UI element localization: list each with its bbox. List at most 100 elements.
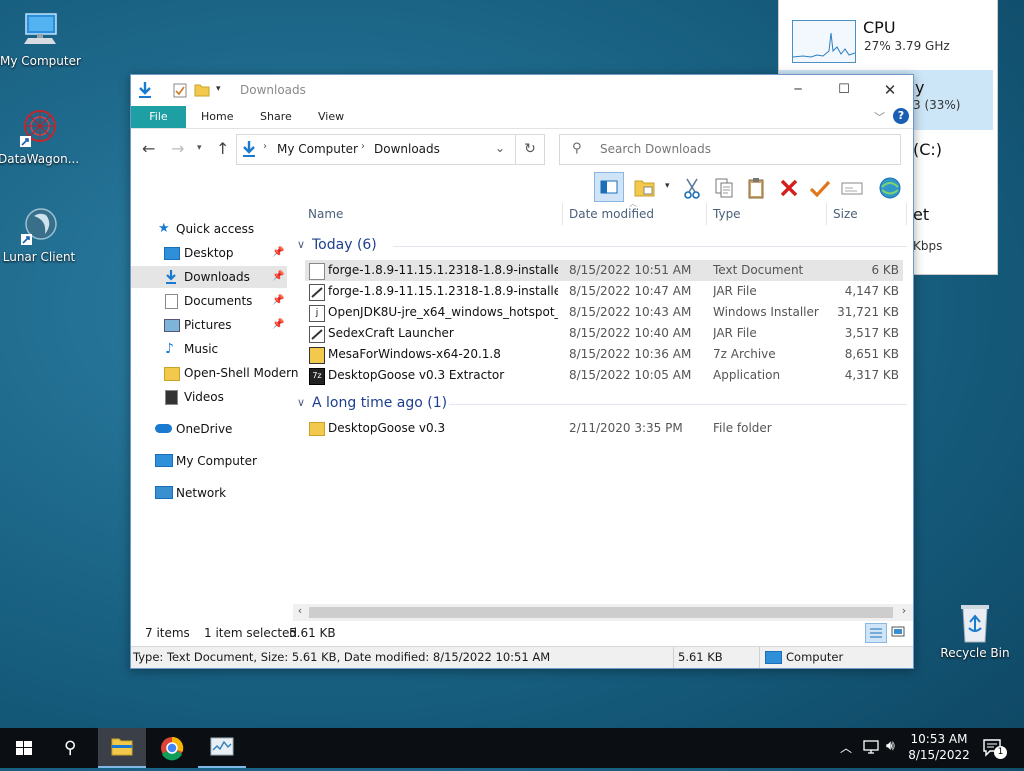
nav-downloads[interactable]: Downloads 📌: [131, 266, 287, 288]
desktop-icon-lunar-client[interactable]: Lunar Client: [0, 206, 79, 264]
file-row[interactable]: 7z DesktopGoose v0.3 Extractor 8/15/2022…: [305, 365, 903, 386]
desktop-icon-label: Recycle Bin: [940, 646, 1010, 660]
file-row[interactable]: j OpenJDK8U-jre_x64_windows_hotspot_8...…: [305, 302, 903, 323]
tab-view[interactable]: View: [318, 106, 344, 128]
desktop-icon-recycle-bin[interactable]: Recycle Bin: [935, 602, 1015, 660]
nav-videos[interactable]: Videos: [131, 386, 287, 408]
file-row[interactable]: SedexCraft Launcher 8/15/2022 10:40 AM J…: [305, 323, 903, 344]
column-divider[interactable]: [906, 203, 907, 225]
title-bar[interactable]: ▾ Downloads ─ ☐ ✕: [131, 75, 913, 105]
tab-home[interactable]: Home: [201, 106, 233, 128]
column-header-name[interactable]: Name: [308, 207, 343, 221]
desktop-icon-datawagon[interactable]: DataWagon...: [0, 108, 79, 166]
share-button[interactable]: [877, 175, 903, 201]
cpu-title: CPU: [863, 18, 896, 37]
pin-icon[interactable]: 📌: [272, 266, 284, 288]
nav-documents[interactable]: Documents 📌: [131, 290, 287, 312]
chevron-down-icon[interactable]: ∨: [297, 238, 305, 251]
pin-icon[interactable]: 📌: [272, 290, 284, 312]
breadcrumb-my-computer[interactable]: My Computer: [277, 142, 358, 156]
file-name: DesktopGoose v0.3 Extractor: [328, 368, 505, 382]
file-row[interactable]: forge-1.8.9-11.15.1.2318-1.8.9-installer…: [305, 260, 903, 281]
forward-arrow-icon[interactable]: →: [171, 139, 184, 158]
preview-pane-button[interactable]: [594, 172, 624, 202]
group-header-today[interactable]: Today (6): [312, 237, 377, 253]
nav-label: Music: [184, 342, 219, 356]
scroll-right-icon[interactable]: ›: [897, 604, 911, 617]
taskbar-chrome[interactable]: [148, 728, 196, 768]
scrollbar-thumb[interactable]: [309, 607, 893, 618]
installer-icon: j: [309, 305, 325, 322]
details-view-button[interactable]: [865, 623, 887, 643]
file-date: 8/15/2022 10:47 AM: [569, 284, 692, 298]
breadcrumb-downloads[interactable]: Downloads: [374, 142, 440, 156]
recent-locations-icon[interactable]: ▾: [197, 143, 202, 153]
clock-time: 10:53 AM: [910, 732, 968, 746]
search-button[interactable]: ⚲: [48, 728, 96, 768]
nav-label: Videos: [184, 390, 224, 404]
chevron-down-icon[interactable]: ﹀: [874, 109, 885, 125]
group-header-long-ago[interactable]: A long time ago (1): [312, 395, 447, 411]
delete-button[interactable]: [776, 175, 802, 201]
new-folder-icon[interactable]: [194, 83, 210, 100]
column-divider[interactable]: [706, 203, 707, 225]
customize-dropdown-icon[interactable]: ▾: [216, 84, 221, 94]
nav-desktop[interactable]: Desktop 📌: [131, 242, 287, 264]
nav-music[interactable]: ♪ Music: [131, 338, 287, 360]
back-arrow-icon[interactable]: ←: [142, 139, 155, 158]
column-header-size[interactable]: Size: [833, 207, 858, 221]
recycle-bin-icon: [955, 602, 995, 643]
file-row[interactable]: forge-1.8.9-11.15.1.2318-1.8.9-installer…: [305, 281, 903, 302]
column-header-date[interactable]: Date modified: [569, 207, 654, 221]
help-icon[interactable]: ?: [893, 108, 909, 124]
notification-center-button[interactable]: 1: [980, 736, 1007, 760]
paste-button[interactable]: [743, 175, 769, 201]
start-button[interactable]: [0, 728, 48, 768]
taskbar-task-manager[interactable]: [198, 728, 246, 768]
copy-button[interactable]: [711, 175, 737, 201]
nav-my-computer[interactable]: My Computer: [131, 450, 287, 472]
file-row[interactable]: MesaForWindows-x64-20.1.8 8/15/2022 10:3…: [305, 344, 903, 365]
file-name: forge-1.8.9-11.15.1.2318-1.8.9-installer: [328, 284, 558, 298]
horizontal-scrollbar[interactable]: ‹ ›: [293, 604, 913, 621]
nav-quick-access[interactable]: ★ Quick access: [131, 218, 287, 240]
refresh-button[interactable]: ↻: [515, 134, 545, 165]
cut-button[interactable]: [679, 175, 705, 201]
column-header-type[interactable]: Type: [713, 207, 741, 221]
large-icons-view-button[interactable]: [889, 623, 907, 641]
search-input[interactable]: ⚲ Search Downloads: [559, 134, 901, 165]
column-divider[interactable]: [562, 203, 563, 225]
pin-icon[interactable]: 📌: [272, 242, 284, 264]
details-location: Computer: [786, 650, 844, 664]
column-divider[interactable]: [826, 203, 827, 225]
chevron-down-icon[interactable]: ⌄: [495, 141, 505, 155]
properties-icon[interactable]: [173, 83, 187, 101]
clock[interactable]: 10:53 AM 8/15/2022: [905, 731, 973, 763]
desktop-icon-my-computer[interactable]: My Computer: [0, 10, 81, 68]
network-icon[interactable]: [862, 739, 880, 758]
tab-share[interactable]: Share: [260, 106, 292, 128]
tab-file[interactable]: File: [131, 106, 186, 128]
chevron-down-icon[interactable]: ∨: [297, 396, 305, 409]
address-bar[interactable]: › My Computer › Downloads ⌄: [236, 134, 516, 165]
status-selected-size: 5.61 KB: [289, 626, 336, 640]
close-button[interactable]: ✕: [867, 77, 913, 103]
folder-options-dropdown-icon[interactable]: ▾: [665, 181, 670, 191]
taskbar-file-explorer[interactable]: [98, 728, 146, 768]
select-button[interactable]: [807, 175, 833, 201]
nav-network[interactable]: Network: [131, 482, 287, 504]
rename-button[interactable]: [839, 175, 865, 201]
nav-pictures[interactable]: Pictures 📌: [131, 314, 287, 336]
file-row[interactable]: DesktopGoose v0.3 2/11/2020 3:35 PM File…: [305, 418, 903, 439]
maximize-button[interactable]: ☐: [821, 77, 867, 103]
chevron-up-icon[interactable]: ︿: [840, 739, 852, 756]
scroll-left-icon[interactable]: ‹: [293, 604, 307, 617]
file-name: forge-1.8.9-11.15.1.2318-1.8.9-installer…: [328, 263, 558, 277]
details-bar: Type: Text Document, Size: 5.61 KB, Date…: [131, 646, 913, 668]
nav-open-shell[interactable]: Open-Shell Modern: [131, 362, 299, 384]
nav-onedrive[interactable]: OneDrive: [131, 418, 287, 440]
up-arrow-icon[interactable]: ↑: [216, 139, 229, 158]
minimize-button[interactable]: ─: [775, 77, 821, 103]
pin-icon[interactable]: 📌: [272, 314, 284, 336]
volume-icon[interactable]: 🔊︎: [886, 738, 895, 754]
